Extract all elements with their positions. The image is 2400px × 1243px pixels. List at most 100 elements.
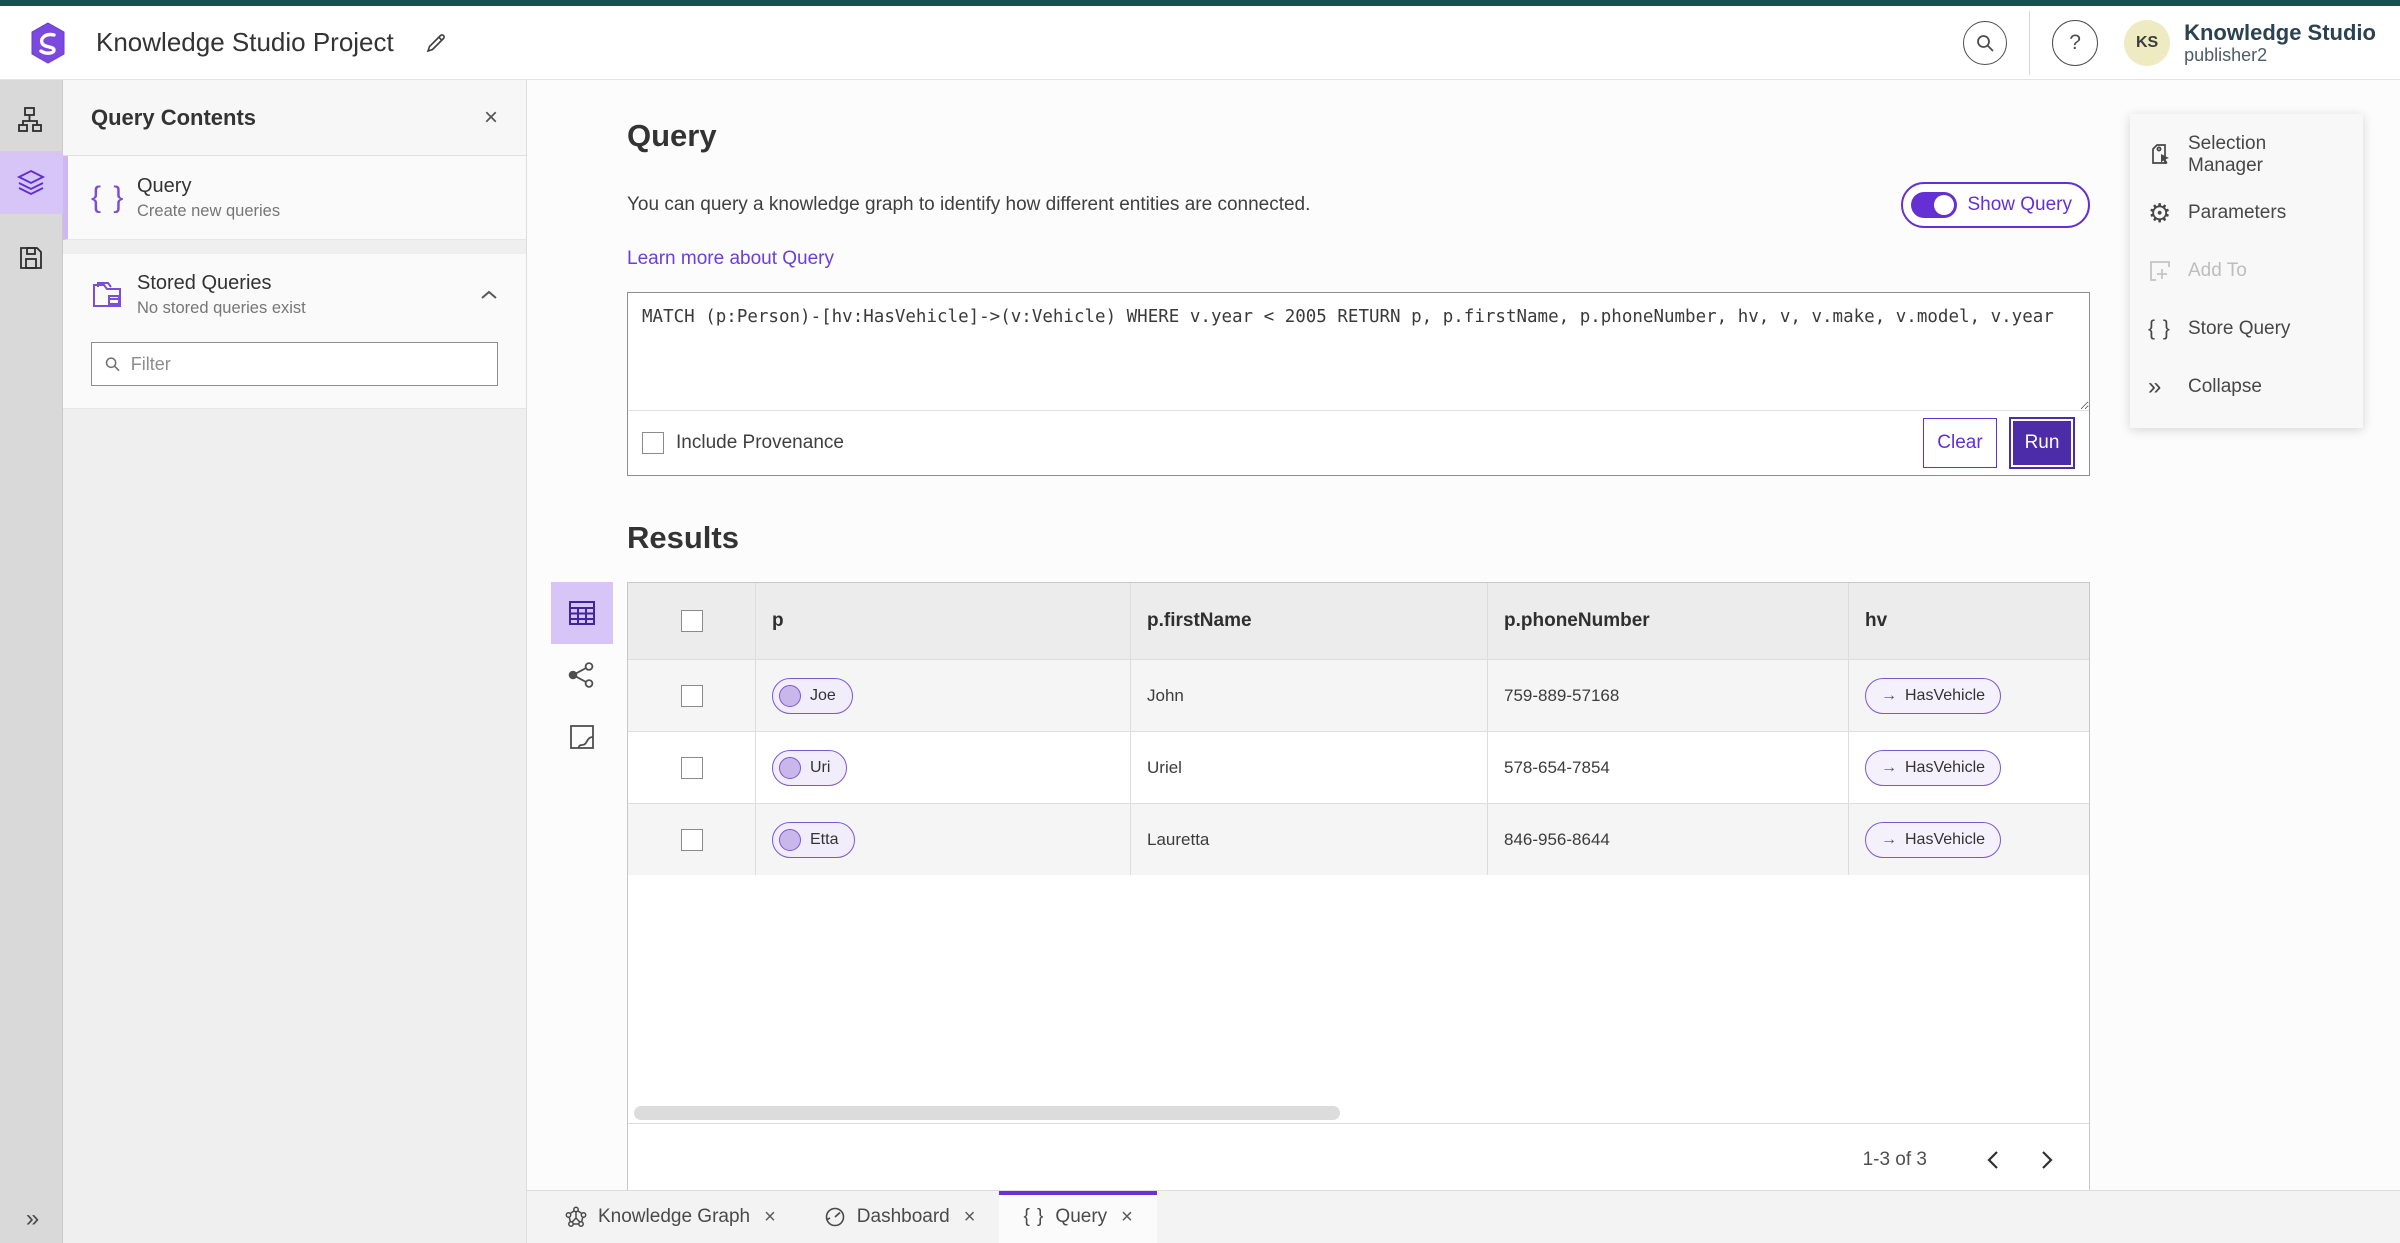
node-dot-icon bbox=[779, 756, 801, 779]
scrollbar-thumb[interactable] bbox=[634, 1106, 1340, 1120]
column-header-hv[interactable]: hv bbox=[1849, 583, 2089, 659]
expand-rail-button[interactable]: » bbox=[0, 1205, 63, 1233]
layers-icon bbox=[16, 169, 46, 195]
dashboard-icon bbox=[824, 1206, 846, 1228]
learn-more-link[interactable]: Learn more about Query bbox=[627, 248, 834, 270]
query-textarea[interactable]: MATCH (p:Person)-[hv:HasVehicle]->(v:Veh… bbox=[628, 293, 2089, 411]
column-header-phonenumber[interactable]: p.phoneNumber bbox=[1488, 583, 1849, 659]
model-hierarchy-button[interactable] bbox=[0, 88, 63, 151]
edge-label: HasVehicle bbox=[1905, 758, 1986, 776]
row-checkbox[interactable] bbox=[680, 684, 703, 707]
table-row: Uri Uriel 578-654-7854 → HasVehicle bbox=[628, 731, 2089, 803]
node-label: Joe bbox=[810, 686, 836, 704]
edge-pill[interactable]: → HasVehicle bbox=[1865, 821, 2002, 858]
selection-manager-icon bbox=[2148, 142, 2188, 168]
pagination-bar: 1-3 of 3 bbox=[628, 1123, 2089, 1195]
app-logo-icon[interactable] bbox=[26, 21, 70, 65]
left-icon-rail: » bbox=[0, 80, 63, 1243]
stored-queries-subtitle: No stored queries exist bbox=[137, 299, 306, 317]
avatar-initials: KS bbox=[2135, 33, 2159, 51]
braces-icon: { } bbox=[1023, 1206, 1045, 1227]
table-empty-area bbox=[628, 875, 2089, 1103]
cell-phonenumber: 578-654-7854 bbox=[1488, 732, 1849, 803]
column-header-p[interactable]: p bbox=[756, 583, 1131, 659]
previous-page-button[interactable] bbox=[1973, 1140, 2013, 1180]
include-provenance-checkbox[interactable] bbox=[642, 432, 664, 454]
tab-close-icon[interactable]: × bbox=[764, 1206, 776, 1229]
run-button[interactable]: Run bbox=[2009, 417, 2075, 469]
bottom-tab-bar: Knowledge Graph × Dashboard × { } Query … bbox=[527, 1190, 2400, 1243]
filter-input[interactable] bbox=[130, 353, 485, 375]
help-button[interactable]: ? bbox=[2052, 19, 2099, 66]
select-all-checkbox[interactable] bbox=[680, 610, 703, 632]
node-label: Etta bbox=[810, 830, 839, 848]
user-avatar[interactable]: KS bbox=[2124, 19, 2171, 66]
arrow-right-icon: → bbox=[1881, 830, 1897, 848]
tab-label: Dashboard bbox=[856, 1206, 950, 1227]
edge-pill[interactable]: → HasVehicle bbox=[1865, 677, 2002, 714]
map-route-icon bbox=[570, 725, 594, 749]
results-heading: Results bbox=[627, 520, 739, 555]
action-label: Collapse bbox=[2188, 376, 2262, 397]
tab-close-icon[interactable]: × bbox=[964, 1206, 976, 1229]
panel-item-stored-queries[interactable]: Stored Queries No stored queries exist bbox=[63, 254, 526, 326]
edit-title-icon[interactable] bbox=[424, 31, 448, 55]
node-pill[interactable]: Uri bbox=[772, 749, 848, 786]
pagination-label: 1-3 of 3 bbox=[1862, 1148, 1927, 1170]
graph-view-button[interactable] bbox=[551, 644, 613, 706]
clear-button[interactable]: Clear bbox=[1923, 418, 1997, 468]
node-pill[interactable]: Joe bbox=[772, 677, 853, 714]
panel-close-icon[interactable]: × bbox=[484, 104, 498, 132]
tab-knowledge-graph[interactable]: Knowledge Graph × bbox=[541, 1191, 800, 1243]
panel-item-query[interactable]: { } Query Create new queries bbox=[63, 156, 526, 240]
layers-button-active[interactable] bbox=[0, 151, 63, 214]
query-description: You can query a knowledge graph to ident… bbox=[627, 194, 1311, 215]
arrow-right-icon: → bbox=[1881, 758, 1897, 776]
arrow-right-icon: → bbox=[1881, 686, 1897, 704]
horizontal-scrollbar bbox=[628, 1103, 2089, 1123]
project-title: Knowledge Studio Project bbox=[96, 27, 394, 57]
braces-icon: { } bbox=[2148, 317, 2171, 340]
show-query-toggle[interactable]: Show Query bbox=[1901, 182, 2090, 228]
node-dot-icon bbox=[779, 684, 801, 707]
tab-close-icon[interactable]: × bbox=[1121, 1206, 1133, 1229]
table-row: Joe John 759-889-57168 → HasVehicle bbox=[628, 659, 2089, 731]
tab-dashboard[interactable]: Dashboard × bbox=[800, 1191, 1000, 1243]
action-label: Add To bbox=[2188, 260, 2247, 281]
store-query-button[interactable]: { } Store Query bbox=[2130, 300, 2363, 358]
header-divider bbox=[2029, 10, 2031, 75]
tab-query-active[interactable]: { } Query × bbox=[999, 1191, 1157, 1243]
table-view-button[interactable] bbox=[551, 582, 613, 644]
action-label: Store Query bbox=[2188, 318, 2291, 339]
query-item-subtitle: Create new queries bbox=[137, 201, 281, 220]
column-header-firstname[interactable]: p.firstName bbox=[1131, 583, 1488, 659]
results-table: p p.firstName p.phoneNumber hv Joe John … bbox=[627, 582, 2090, 1196]
row-checkbox[interactable] bbox=[680, 828, 703, 851]
knowledge-graph-icon bbox=[565, 1206, 587, 1228]
search-icon bbox=[105, 357, 120, 372]
cell-firstname: John bbox=[1131, 660, 1488, 731]
next-page-button[interactable] bbox=[2027, 1140, 2067, 1180]
stored-queries-title: Stored Queries bbox=[137, 272, 272, 294]
node-dot-icon bbox=[779, 828, 801, 851]
filter-field[interactable] bbox=[91, 342, 498, 386]
row-checkbox[interactable] bbox=[680, 756, 703, 779]
node-pill[interactable]: Etta bbox=[772, 821, 856, 858]
cell-firstname: Uriel bbox=[1131, 732, 1488, 803]
selection-manager-button[interactable]: Selection Manager bbox=[2130, 126, 2363, 184]
search-button[interactable] bbox=[1963, 20, 2008, 65]
chevron-up-icon[interactable] bbox=[480, 289, 498, 301]
parameters-button[interactable]: ⚙ Parameters bbox=[2130, 184, 2363, 242]
app-header: Knowledge Studio Project ? KS Knowledge … bbox=[0, 6, 2400, 80]
edge-label: HasVehicle bbox=[1905, 830, 1986, 848]
map-view-button[interactable] bbox=[551, 706, 613, 768]
query-actions-card: Selection Manager ⚙ Parameters Add To { … bbox=[2130, 114, 2363, 428]
toggle-switch-on[interactable] bbox=[1911, 192, 1958, 218]
edge-pill[interactable]: → HasVehicle bbox=[1865, 749, 2002, 786]
product-name: Knowledge Studio bbox=[2184, 19, 2376, 45]
save-button[interactable] bbox=[0, 226, 63, 289]
query-heading: Query bbox=[627, 118, 717, 153]
help-icon: ? bbox=[2069, 30, 2081, 54]
cell-phonenumber: 759-889-57168 bbox=[1488, 660, 1849, 731]
collapse-button[interactable]: » Collapse bbox=[2130, 358, 2363, 416]
